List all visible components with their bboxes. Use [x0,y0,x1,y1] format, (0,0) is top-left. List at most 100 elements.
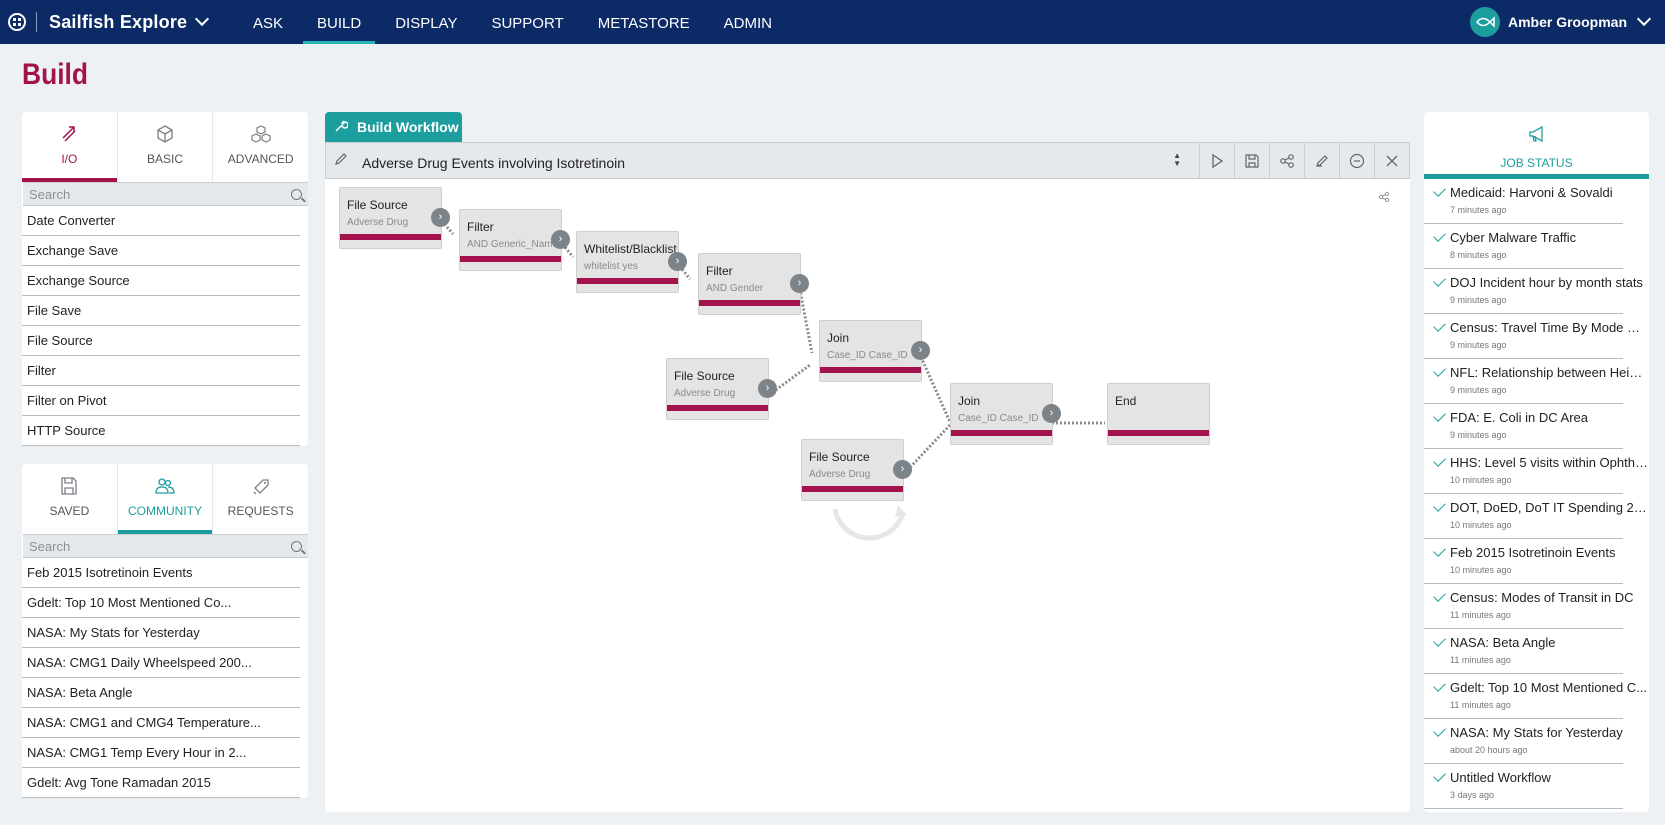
list-item[interactable]: Filter [22,356,300,386]
tab-label: BASIC [147,152,184,166]
job-status-title: JOB STATUS [1500,156,1573,170]
tab-saved[interactable]: SAVED [22,464,118,534]
close-button[interactable] [1374,143,1409,178]
chevron-right-icon[interactable]: › [1042,404,1061,423]
apps-icon[interactable] [8,13,26,31]
job-item[interactable]: Census: Travel Time By Mode & I... 9 minu… [1424,314,1648,359]
job-item[interactable]: Cyber Malware Traffic 8 minutes ago [1424,224,1623,269]
list-item[interactable]: Feb 2015 Isotretinoin Events [22,558,300,588]
search-icon[interactable] [291,188,302,200]
pencil-icon[interactable] [334,152,348,169]
node-subtitle: AND Gender [706,283,764,294]
workflow-node[interactable]: Whitelist/Blacklist whitelist yes › [576,231,687,293]
tab-io[interactable]: I/O [22,112,118,182]
search-input[interactable] [29,186,291,202]
nav-support[interactable]: SUPPORT [477,0,577,44]
list-item[interactable]: Date Converter [22,206,300,236]
node-title: Whitelist/Blacklist [584,242,677,256]
node-title: Join [958,394,981,408]
job-item[interactable]: Untitled Workflow 3 days ago [1424,764,1623,809]
chevron-right-icon[interactable]: › [551,230,570,249]
nav-ask[interactable]: ASK [239,0,297,44]
list-item[interactable]: File Source [22,326,300,356]
workflow-node[interactable]: Filter AND Generic_Name › [459,209,570,271]
job-item[interactable]: FDA: E. Coli in DC Area 9 minutes ago [1424,404,1623,449]
workflow-node[interactable]: Filter AND Gender › [698,253,809,315]
list-item[interactable]: NASA: Beta Angle [22,678,300,708]
chevron-right-icon[interactable]: › [790,274,809,293]
chevron-right-icon[interactable]: › [911,341,930,360]
workflows-search[interactable] [23,534,308,558]
list-item[interactable]: Filter on Pivot [22,386,300,416]
user-name[interactable]: Amber Groopman [1508,14,1627,30]
close-icon [1386,155,1398,166]
tab-advanced[interactable]: ADVANCED [213,112,308,182]
avatar[interactable] [1469,7,1500,37]
tab-community[interactable]: COMMUNITY [117,464,214,534]
run-button[interactable] [1199,143,1234,178]
check-icon [1433,184,1446,197]
list-item[interactable]: HTTP Source [22,416,300,446]
chevron-down-icon[interactable] [195,11,210,27]
nav-build[interactable]: BUILD [303,0,376,44]
job-item[interactable]: DOT, DoED, DoT IT Spending 201... 10 minu… [1424,494,1648,539]
workflow-node[interactable]: File Source Adverse Drug › [339,187,450,249]
list-item[interactable]: File Save [22,296,300,326]
edit-button[interactable] [1304,143,1339,178]
job-item[interactable]: Feb 2015 Isotretinoin Events 10 minutes a… [1424,539,1623,584]
list-item[interactable]: Exchange Source [22,266,300,296]
node-subtitle: whitelist yes [584,261,638,272]
node-status-bar [1108,430,1209,436]
tab-basic[interactable]: BASIC [118,112,214,182]
node-status-bar [460,256,561,262]
node-status-bar [577,278,678,284]
search-icon[interactable] [291,540,302,552]
components-search[interactable] [23,182,308,206]
chevron-right-icon[interactable]: › [431,208,450,227]
user-menu[interactable]: Amber Groopman [1469,0,1652,44]
list-item[interactable]: Gdelt: Top 10 Most Mentioned Co... [22,588,300,618]
list-item[interactable]: NASA: CMG1 Temp Every Hour in 2... [22,738,300,768]
check-icon [1433,454,1446,467]
tab-build-workflow[interactable]: Build Workflow [325,112,462,142]
list-item[interactable]: Exchange Save [22,236,300,266]
list-item[interactable]: Gdelt: Avg Tone Ramadan 2015 [22,768,300,798]
job-item[interactable]: Census: Modes of Transit in DC 11 minutes… [1424,584,1634,629]
job-item[interactable]: HHS: Level 5 visits within Ophtha... 10 m… [1424,449,1648,494]
nav-display[interactable]: DISPLAY [381,0,471,44]
app-title[interactable]: Sailfish Explore [49,12,187,33]
chevron-right-icon[interactable]: › [758,379,777,398]
nav-admin[interactable]: ADMIN [710,0,786,44]
job-item[interactable]: DOJ Incident hour by month stats 9 minute… [1424,269,1643,314]
tab-requests[interactable]: REQUESTS [213,464,308,534]
workflow-node[interactable]: Join Case_ID Case_ID › [819,320,930,382]
job-item[interactable]: Medicaid: Harvoni & Sovaldi 7 minutes ago [1424,179,1623,224]
chevron-right-icon[interactable]: › [893,460,912,479]
nav-metastore[interactable]: METASTORE [584,0,704,44]
chevron-right-icon[interactable]: › [668,252,687,271]
workflow-name[interactable]: Adverse Drug Events involving Isotretino… [362,155,625,171]
workflow-canvas[interactable]: File Source Adverse Drug › Filter AND Ge… [325,179,1410,812]
job-item[interactable]: Gdelt: Top 10 Most Mentioned C... 11 minu… [1424,674,1647,719]
job-item[interactable]: NASA: Beta Angle 11 minutes ago [1424,629,1623,674]
list-item[interactable]: NASA: My Stats for Yesterday [22,618,300,648]
workflow-node[interactable]: File Source Adverse Drug › [666,358,777,420]
minimize-button[interactable] [1339,143,1374,178]
stepper-icon[interactable]: ▲ ▼ [1173,152,1181,168]
share-button[interactable] [1269,143,1304,178]
check-icon [1433,499,1446,512]
job-status-header[interactable]: JOB STATUS [1424,112,1649,179]
search-input[interactable] [29,538,291,554]
workflow-node[interactable]: File Source Adverse Drug › [801,439,912,501]
save-button[interactable] [1234,143,1269,178]
list-item[interactable]: NASA: CMG1 Daily Wheelspeed 200... [22,648,300,678]
job-item[interactable]: NFL: Relationship between Heigh... 9 minu… [1424,359,1648,404]
job-item[interactable]: NASA: My Stats for Yesterday about 20 hou… [1424,719,1623,764]
workflow-node[interactable]: End [1107,383,1210,445]
chevron-down-icon[interactable] [1636,11,1652,27]
node-status-bar [667,405,768,411]
app-switcher[interactable]: Sailfish Explore [0,0,210,44]
list-item[interactable]: NASA: CMG1 and CMG4 Temperature... [22,708,300,738]
workflow-node[interactable]: Join Case_ID Case_ID › [950,383,1061,445]
node-status-bar [699,300,800,306]
